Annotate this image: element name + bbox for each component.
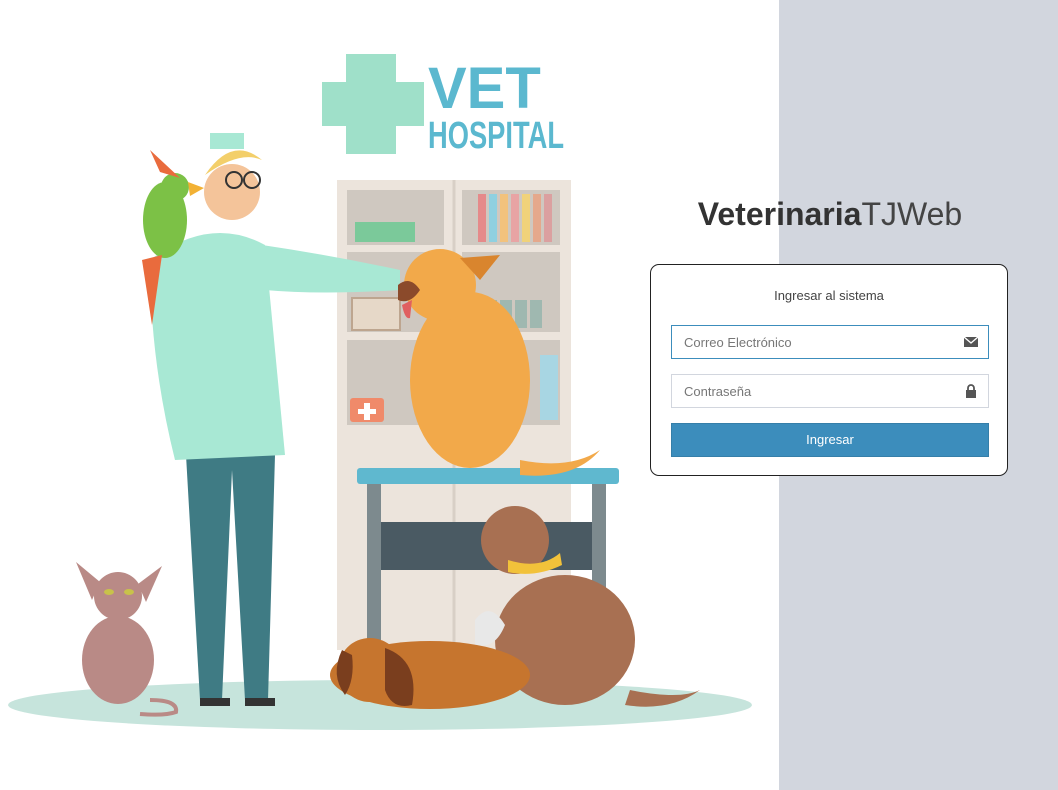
email-field[interactable] xyxy=(671,325,989,359)
password-field[interactable] xyxy=(671,374,989,408)
logo-hospital-text: HOSPITAL xyxy=(428,115,564,157)
login-title: Ingresar al sistema xyxy=(774,288,884,303)
login-box: Ingresar al sistema Ingresar xyxy=(650,264,1008,476)
envelope-icon xyxy=(963,336,979,347)
brand-bold-text: Veterinaria xyxy=(697,196,862,232)
brand-light-text: TJWeb xyxy=(861,196,963,232)
logo-cross-icon xyxy=(322,54,424,154)
lock-icon xyxy=(966,384,976,398)
app-brand: VeterinariaTJWeb xyxy=(640,196,1020,233)
logo-vet-text: VET xyxy=(428,56,541,121)
email-input[interactable] xyxy=(684,326,954,358)
login-button[interactable]: Ingresar xyxy=(671,423,989,457)
vet-hospital-logo: VET HOSPITAL xyxy=(322,54,564,157)
password-input[interactable] xyxy=(684,375,954,407)
